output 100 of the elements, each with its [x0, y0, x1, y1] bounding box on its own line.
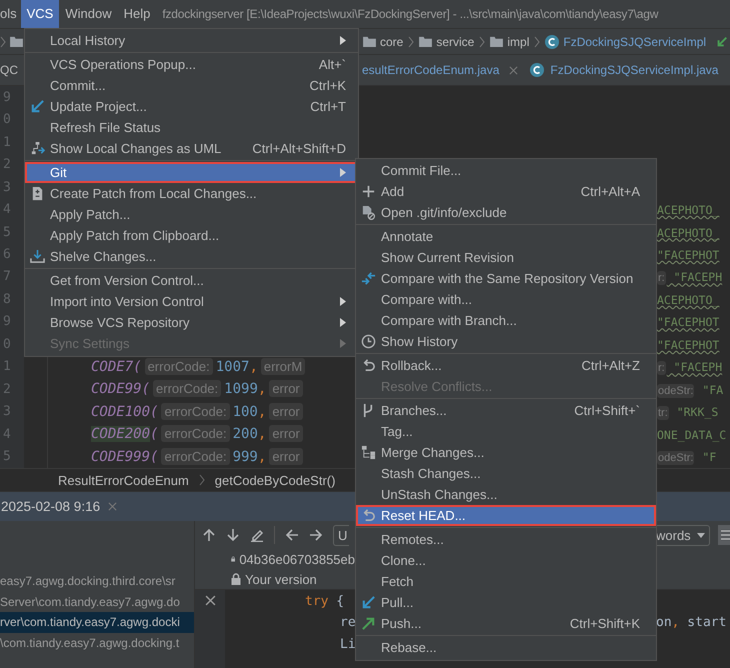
chevron-icon — [534, 36, 540, 48]
path-item[interactable]: easy7.agwg.docking.third.core\sr — [0, 571, 194, 592]
menu-item[interactable]: Git — [25, 162, 358, 183]
menu-item[interactable]: Apply Patch... — [25, 204, 358, 225]
tray-icon — [30, 249, 45, 264]
code-line: ACEPHOTO_ — [657, 226, 720, 240]
editor-tab[interactable]: QC — [0, 63, 24, 77]
menu-item[interactable]: UnStash Changes... — [356, 484, 656, 505]
class-icon — [530, 63, 544, 77]
code-line: on, start — [656, 615, 726, 630]
arrow-icon[interactable] — [716, 36, 728, 48]
close-icon[interactable] — [204, 595, 216, 606]
tool-window-tab[interactable]: 2025-02-08 9:16 — [0, 499, 118, 514]
code-line: r: "FACEPH — [657, 360, 722, 374]
lock-icon — [231, 573, 241, 585]
menu-item[interactable]: Rebase... — [356, 637, 656, 658]
breadcrumb[interactable]: FzDockingSJQServiceImpl — [545, 34, 706, 48]
menu-item[interactable]: Add Ctrl+Alt+A — [356, 181, 656, 202]
menu-item[interactable]: Browse VCS Repository — [25, 312, 358, 333]
menu-item[interactable]: Annotate — [356, 226, 656, 247]
breadcrumb[interactable]: service — [419, 34, 474, 48]
menu-item[interactable]: Compare with Branch... — [356, 310, 656, 331]
menu-item[interactable]: Update Project... Ctrl+T — [25, 96, 358, 117]
path-item[interactable]: Server\com.tiandy.easy7.agwg.do — [0, 592, 194, 612]
code-line: CODE7( errorCode: 1007, errorM — [91, 358, 308, 375]
breadcrumb[interactable]: getCodeByCodeStr() — [214, 472, 336, 488]
caret-icon — [696, 532, 705, 538]
menu-item[interactable]: Apply Patch from Clipboard... — [25, 225, 358, 246]
undo-arrow-icon — [361, 358, 376, 373]
pencil-icon[interactable] — [250, 528, 264, 542]
chevron-icon — [479, 36, 486, 48]
menu-item[interactable]: Compare with... — [356, 289, 656, 310]
folder-icon — [419, 36, 432, 47]
code-line: odeStr: "F — [657, 450, 716, 464]
menu-item[interactable]: Reset HEAD... — [356, 505, 656, 526]
menu-item[interactable]: Tag... — [356, 421, 656, 442]
code-line: CODE999( errorCode: 999, error — [91, 448, 306, 465]
check-arrow-icon — [30, 99, 45, 114]
code-line: CODE99( errorCode: 1099, error — [91, 381, 306, 398]
code-line: Li — [340, 636, 356, 652]
code-line: "FACEPHOT — [657, 315, 720, 330]
right-arrow-icon[interactable] — [309, 528, 323, 542]
menu-item[interactable]: Show Local Changes as UML Ctrl+Alt+Shift+D — [25, 138, 358, 159]
code-line: CODE200( errorCode: 200, error — [91, 426, 306, 442]
path-item[interactable]: \com.tiandy.easy7.agwg.docking.t — [0, 632, 194, 653]
document-icon — [30, 186, 45, 201]
folder-icon — [490, 36, 504, 47]
menu-bar-item[interactable]: Window — [59, 0, 118, 28]
dropdown[interactable]: U — [333, 524, 350, 546]
toolbar-button[interactable] — [718, 525, 730, 545]
code-line: "FACEPHOT — [657, 338, 720, 352]
tree-icon — [361, 445, 376, 460]
menu-item[interactable]: Fetch — [356, 571, 656, 592]
menu-item[interactable]: Create Patch from Local Changes... — [25, 183, 358, 204]
menu-item[interactable]: Import into Version Control — [25, 291, 358, 312]
diagram-icon — [30, 141, 45, 156]
revision-label: 04b36e06703855eb — [239, 552, 355, 566]
menu-item[interactable]: Commit... Ctrl+K — [25, 75, 358, 96]
breadcrumb[interactable]: impl — [490, 34, 530, 48]
editor-tab[interactable]: esultErrorCodeEnum.java — [360, 63, 518, 77]
menu-item[interactable]: Commit File... — [356, 160, 656, 181]
menu-bar-item[interactable]: Help — [118, 0, 156, 28]
arrow-icon — [361, 595, 376, 610]
menu-item[interactable]: Local History — [25, 30, 358, 51]
menu-item[interactable]: Show Current Revision — [356, 247, 656, 268]
code-line: "FACEPHOT — [657, 248, 720, 262]
menu-item[interactable]: Merge Changes... — [356, 442, 656, 463]
folder-icon — [363, 36, 376, 47]
path-item[interactable]: rver\com.tiandy.easy7.agwg.docki — [0, 612, 194, 632]
breadcrumb[interactable]: core — [363, 34, 404, 48]
menu-item[interactable]: Compare with the Same Repository Version — [356, 268, 656, 289]
menu-item[interactable]: VCS Operations Popup... Alt+` — [25, 54, 358, 75]
menu-item[interactable]: Open .git/info/exclude — [356, 202, 656, 223]
menu-item[interactable]: Refresh File Status — [25, 117, 358, 138]
menu-item[interactable]: Shelve Changes... — [25, 246, 358, 267]
menu-bar-item[interactable]: ols — [0, 0, 21, 28]
code-line: try { — [305, 594, 344, 609]
down-arrow-icon[interactable] — [226, 528, 240, 542]
code-line: ACEPHOTO_ — [657, 292, 720, 307]
menu-item[interactable]: Rollback... Ctrl+Alt+Z — [356, 355, 656, 376]
menu-item[interactable]: Get from Version Control... — [25, 270, 358, 291]
chevron-icon — [0, 36, 6, 48]
menu-item[interactable]: Show History — [356, 331, 656, 352]
up-arrow-icon[interactable] — [202, 528, 216, 542]
code-line: ACEPHOTO_ — [657, 203, 720, 218]
plus-icon — [361, 184, 376, 199]
menu-item[interactable]: Pull... — [356, 592, 656, 613]
menu-item[interactable]: Remotes... — [356, 529, 656, 550]
left-arrow-icon[interactable] — [285, 528, 299, 542]
menu-item[interactable]: Push... Ctrl+Shift+K — [356, 613, 656, 634]
document-icon — [361, 205, 376, 220]
menu-bar-item[interactable]: VCS — [20, 0, 60, 28]
undo-arrow-icon — [361, 508, 376, 523]
folder-icon — [10, 36, 23, 47]
breadcrumb[interactable]: ResultErrorCodeEnum — [58, 472, 189, 488]
menu-item[interactable]: Clone... — [356, 550, 656, 571]
editor-tab[interactable]: FzDockingSJQServiceImpl.java — [528, 63, 730, 77]
arrows-icon — [361, 271, 376, 286]
menu-item[interactable]: Branches... Ctrl+Shift+` — [356, 400, 656, 421]
menu-item[interactable]: Stash Changes... — [356, 463, 656, 484]
